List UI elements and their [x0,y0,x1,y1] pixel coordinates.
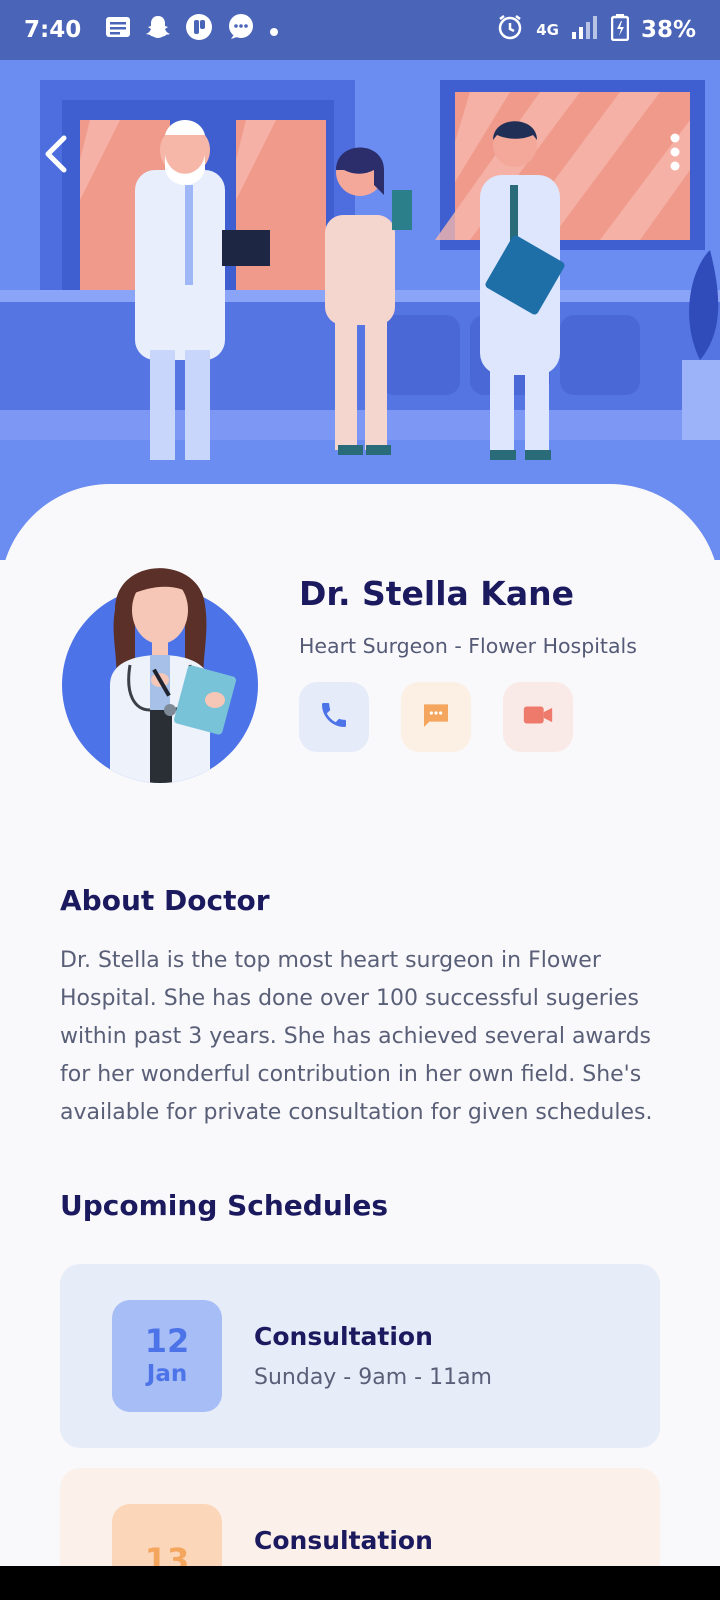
signal-icon [571,14,599,46]
call-button[interactable] [299,682,369,752]
about-heading: About Doctor [60,884,270,917]
network-type: 4G [536,21,559,39]
message-button[interactable] [401,682,471,752]
snapchat-icon [145,14,171,46]
schedule-title: Consultation [254,1526,433,1555]
news-icon [105,16,131,44]
schedule-date: 12 Jan [112,1300,222,1412]
message-bubble-icon [227,13,255,47]
schedule-month: Jan [146,1361,188,1387]
schedules-heading: Upcoming Schedules [60,1189,389,1222]
schedule-day: 12 [144,1322,190,1360]
status-time: 7:40 [24,17,82,43]
chat-icon [420,699,452,735]
more-vert-icon[interactable] [660,130,690,174]
alarm-icon [496,13,524,47]
doctor-name: Dr. Stella Kane [299,574,575,613]
video-camera-icon [521,698,555,736]
schedule-time: Sunday - 9am - 11am [254,1365,492,1390]
doctor-role: Heart Surgeon - Flower Hospitals [299,634,637,658]
video-call-button[interactable] [503,682,573,752]
schedule-card[interactable]: 12 Jan Consultation Sunday - 9am - 11am [60,1264,660,1448]
back-arrow-icon[interactable] [36,132,80,176]
battery-icon [610,13,630,47]
phone-icon [318,699,350,735]
battery-level: 38% [640,17,696,43]
app-icon [185,13,213,47]
doctor-avatar [60,540,260,785]
about-text: Dr. Stella is the top most heart surgeon… [60,948,653,1125]
dot-icon [269,17,279,43]
system-navigation-bar [0,1566,720,1600]
status-bar: 7:40 4G 38% [0,0,720,60]
schedule-title: Consultation [254,1322,433,1351]
